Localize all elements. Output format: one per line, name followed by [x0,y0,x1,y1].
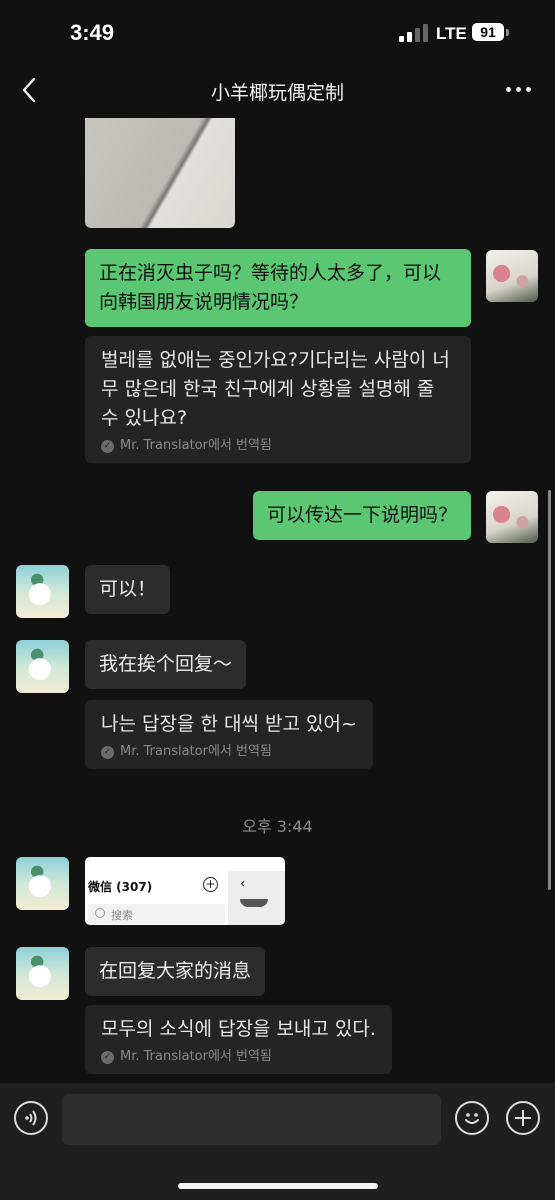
battery-level: 91 [480,24,496,40]
screenshot-search-text: 搜索 [111,909,133,922]
contact-avatar[interactable] [16,640,69,693]
translation-text: 모두의 소식에 답장을 보내고 있다. [101,1018,376,1040]
image-message[interactable] [85,118,235,228]
status-time: 3:49 [70,20,115,45]
translation-card[interactable]: 나는 답장을 한 대씩 받고 있어~ ✓ Mr. Translator에서 번역됨 [85,700,373,769]
screenshot-search [88,904,225,924]
translation-card[interactable]: 벌레를 없애는 중인가요?기다리는 사람이 너무 많은데 한국 친구에게 상황을… [85,336,471,463]
translation-source: Mr. Translator에서 번역됨 [120,438,272,453]
chat-title: 小羊椰玩偶定制 [210,82,344,104]
message-timestamp: 오후 3:44 [242,817,313,836]
check-icon: ✓ [101,745,114,759]
search-icon [95,908,105,918]
more-dot [526,87,531,92]
battery-icon: 91 [472,23,504,41]
translation-text: 벌레를 없애는 중인가요?기다리는 사람이 너무 많은데 한국 친구에게 상황을… [101,349,450,429]
message-text: 在回复大家的消息 [99,960,252,982]
plus-circle-icon: + [203,877,218,892]
contact-message-bubble[interactable]: 我在挨个回复～ [85,640,247,689]
message-text: 正在消灭虫子吗？等待的人太多了，可以向韩国朋友说明情况吗？ [99,262,442,313]
screenshot-thumbnail [240,899,268,907]
contact-avatar[interactable] [16,947,69,1000]
translation-card[interactable]: 모두의 소식에 답장을 보내고 있다. ✓ Mr. Translator에서 번역… [85,1005,392,1074]
my-message-bubble[interactable]: 可以传达一下说明吗？ [252,491,471,540]
scrollbar[interactable] [548,490,551,890]
check-icon: ✓ [101,1050,114,1064]
translation-text: 나는 답장을 한 대씩 받고 있어~ [101,713,357,735]
network-type: LTE [436,24,467,43]
contact-avatar[interactable] [16,565,69,618]
screenshot-message[interactable]: ‹ 微信 (307) + 搜索 [85,857,285,925]
screenshot-panel [228,871,285,925]
my-avatar[interactable] [486,491,538,543]
my-avatar[interactable] [486,250,538,302]
voice-icon [25,1110,37,1126]
contact-avatar[interactable] [16,857,69,910]
chevron-left-icon: ‹ [240,876,246,892]
message-text: 可以！ [99,578,157,600]
message-input[interactable] [62,1094,441,1145]
check-icon: ✓ [101,439,114,453]
more-dot [516,87,521,92]
message-text: 我在挨个回复～ [99,653,233,675]
contact-message-bubble[interactable]: 在回复大家的消息 [85,947,266,996]
screenshot-title: 微信 (307) [88,880,153,894]
translation-source: Mr. Translator에서 번역됨 [120,744,272,759]
home-indicator[interactable] [178,1183,378,1189]
plus-button[interactable] [506,1101,540,1135]
my-message-bubble[interactable]: 正在消灭虫子吗？等待的人太多了，可以向韩国朋友说明情况吗？ [85,249,471,327]
message-text: 可以传达一下说明吗？ [266,504,457,526]
emoji-button[interactable] [455,1101,489,1135]
voice-button[interactable] [14,1101,48,1135]
signal-icon [399,24,429,42]
emoji-icon [465,1113,479,1124]
translation-source: Mr. Translator에서 번역됨 [120,1049,272,1064]
battery-tip [506,29,509,36]
contact-message-bubble[interactable]: 可以！ [85,565,171,614]
more-button[interactable] [503,78,533,100]
more-dots-icon [506,87,511,92]
chat-area[interactable]: 正在消灭虫子吗？等待的人太多了，可以向韩国朋友说明情况吗？ 벌레를 없애는 중인… [0,118,555,1083]
